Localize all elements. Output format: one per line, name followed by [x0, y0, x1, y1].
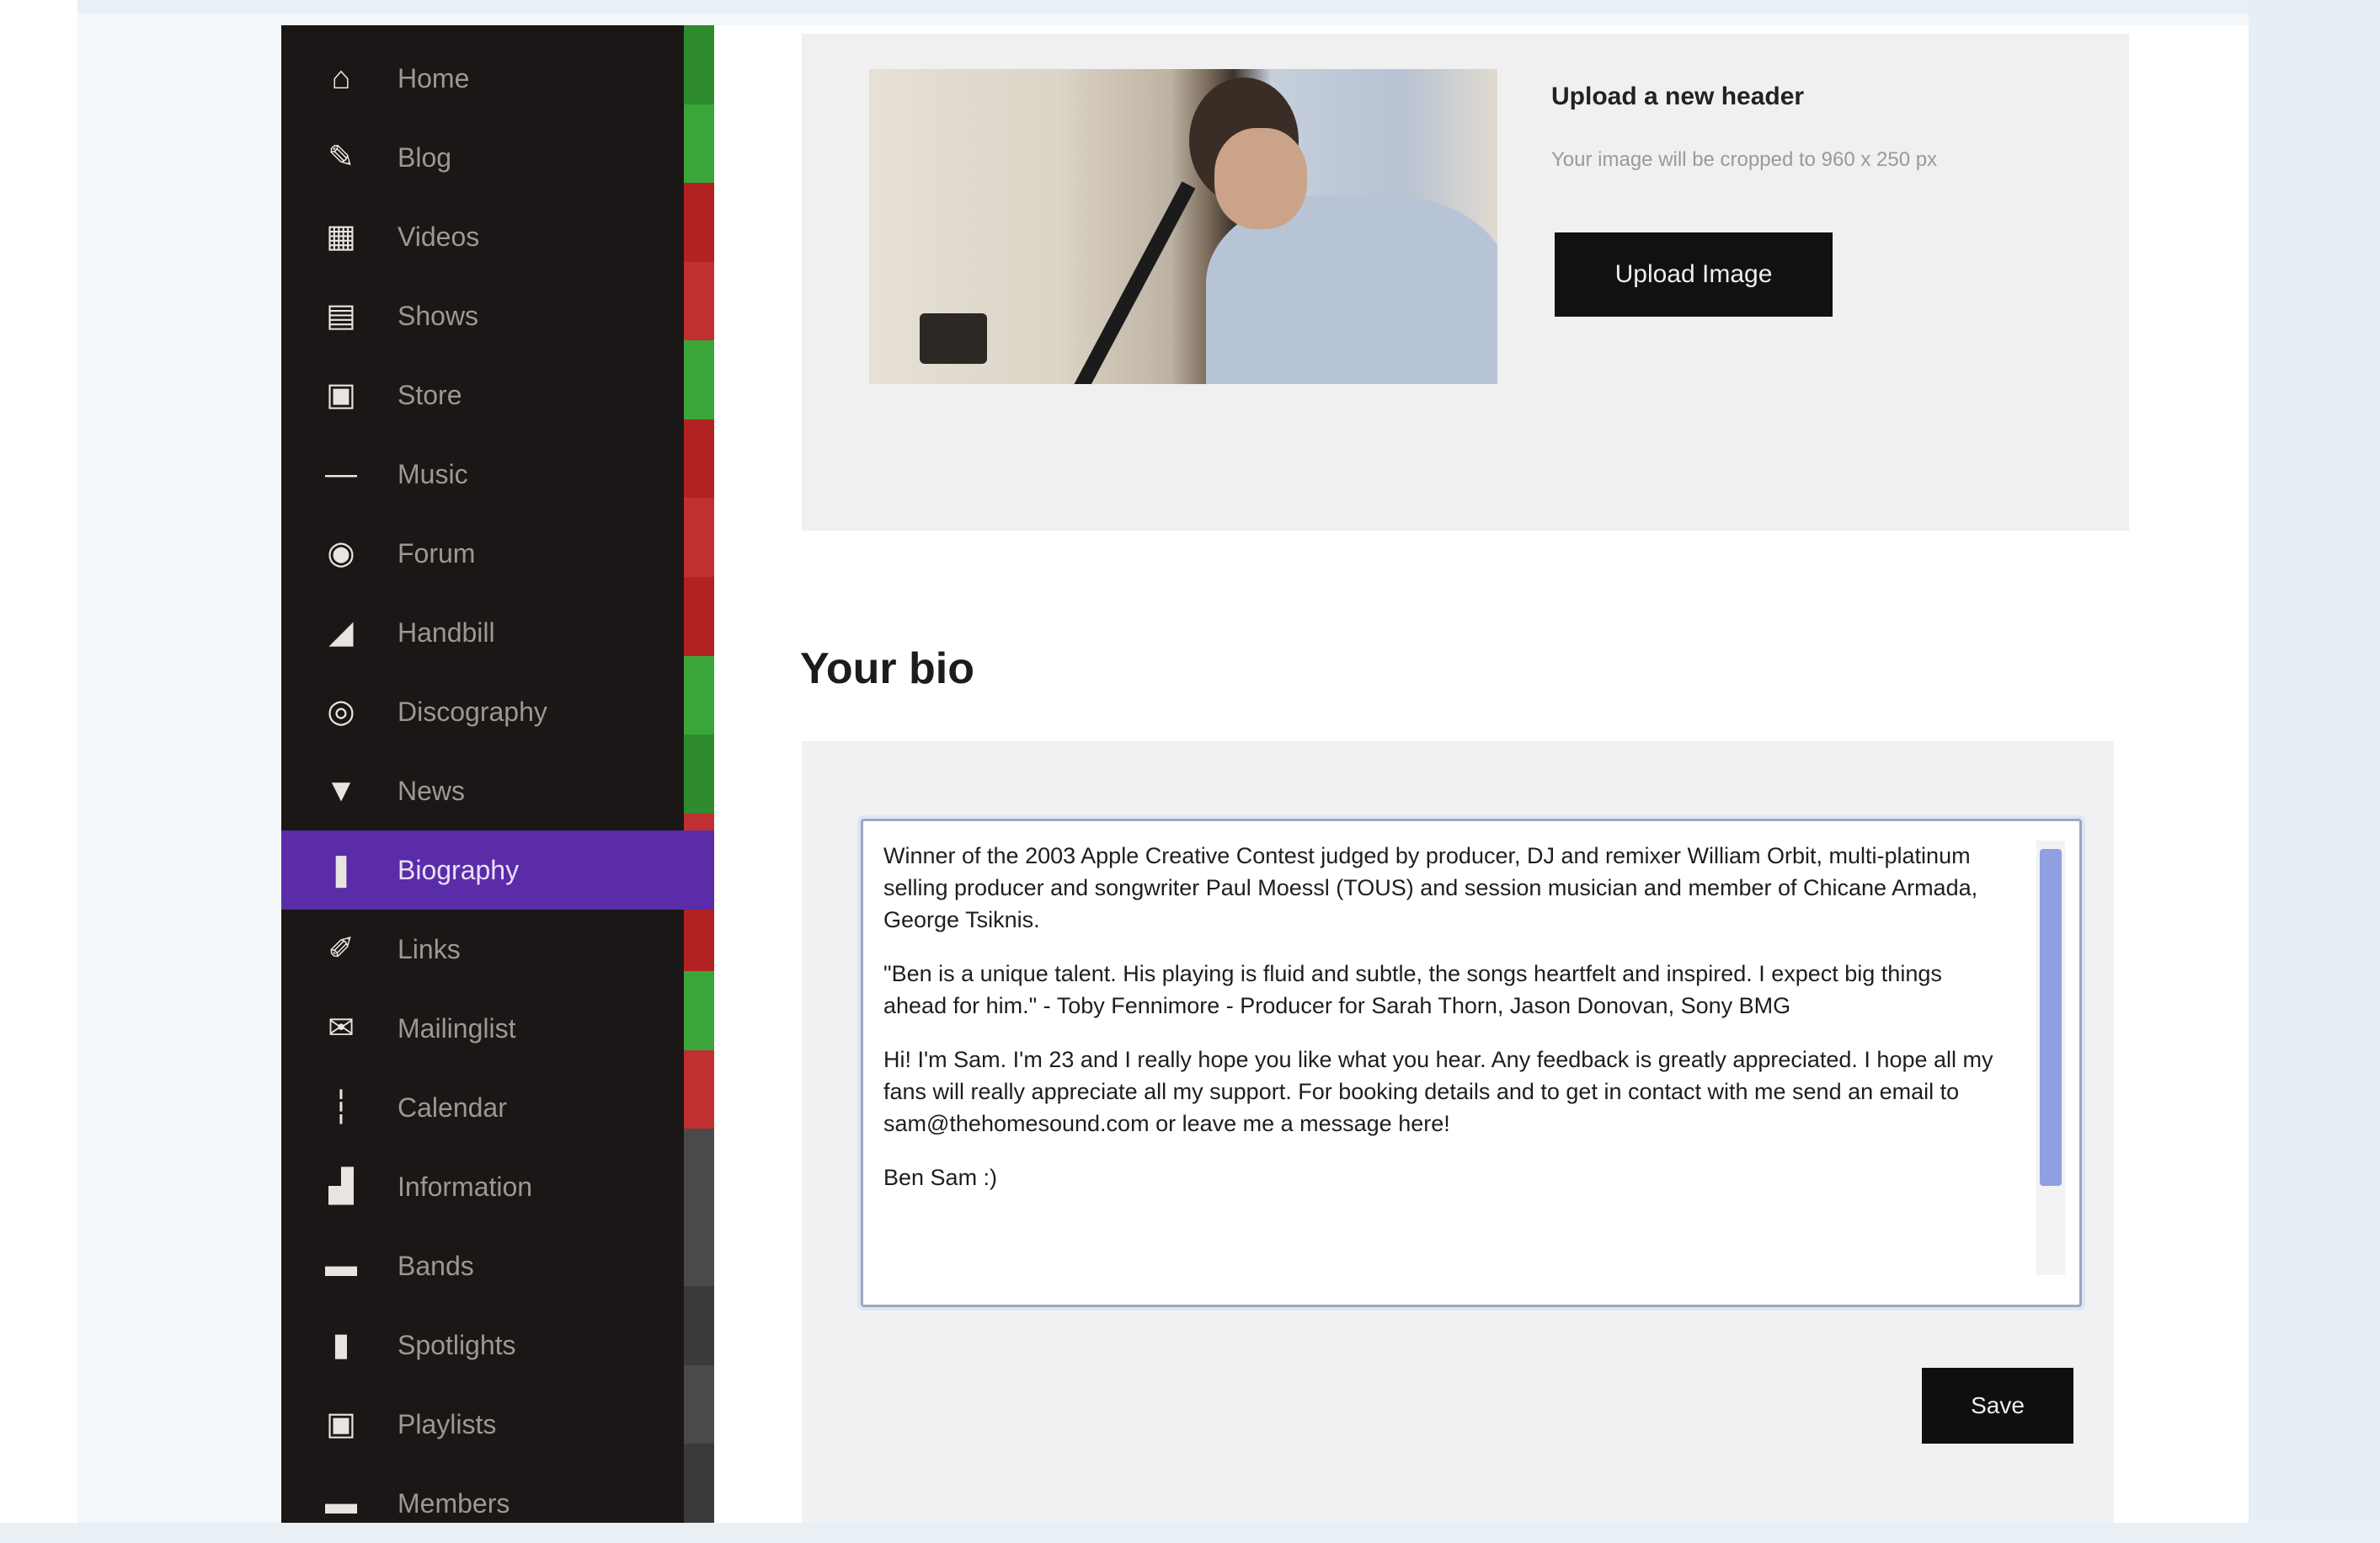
upload-image-button[interactable]: Upload Image	[1555, 232, 1833, 317]
sidebar-item-label: Biography	[398, 854, 520, 885]
sidebar-item-forum[interactable]: ◉ Forum	[281, 514, 684, 593]
status-strip-segment	[684, 734, 714, 814]
sidebar-item-music[interactable]: — Music	[281, 435, 684, 514]
sidebar-item-label: Bands	[398, 1250, 474, 1281]
sidebar-item-label: Links	[398, 933, 461, 964]
sidebar-item-mailinglist[interactable]: ✉ Mailinglist	[281, 989, 684, 1068]
sidebar-item-handbill[interactable]: ◢ Handbill	[281, 593, 684, 672]
page-margin-left	[0, 0, 77, 1523]
sidebar-item-label: Members	[398, 1487, 510, 1519]
bio-paragraph: "Ben is a unique talent. His playing is …	[883, 961, 1942, 1018]
bio-textarea[interactable]: Winner of the 2003 Apple Creative Contes…	[861, 819, 2082, 1307]
ticket-icon: ▤	[326, 298, 356, 334]
status-strip-segment	[684, 1207, 714, 1287]
microphone-stand	[1063, 181, 1196, 384]
sidebar-item-label: Videos	[398, 221, 480, 252]
playlist-icon: ▣	[326, 1407, 356, 1442]
sidebar-item-label: Shows	[398, 300, 479, 331]
sidebar-item-label: Store	[398, 379, 462, 410]
status-strip-segment	[684, 1444, 714, 1523]
person-face	[1214, 128, 1307, 229]
info-icon: ▟	[328, 1169, 354, 1204]
sidebar-item-label: Mailinglist	[398, 1012, 516, 1044]
status-strip-segment	[684, 340, 714, 419]
status-strip-segment	[684, 655, 714, 735]
sidebar-item-playlists[interactable]: ▣ Playlists	[281, 1385, 684, 1464]
bio-signature: Ben Sam :)	[883, 1165, 998, 1190]
sidebar-item-label: Calendar	[398, 1092, 507, 1123]
upload-header-title: Upload a new header	[1551, 83, 1805, 110]
disc-icon: ◎	[327, 694, 355, 729]
sidebar-item-bands[interactable]: ▬ Bands	[281, 1226, 684, 1305]
bio-paragraph: Hi! I'm Sam. I'm 23 and I really hope yo…	[883, 1047, 1993, 1136]
sidebar-item-videos[interactable]: ▦ Videos	[281, 197, 684, 276]
pen-icon: ✎	[328, 140, 355, 175]
upload-header-description: Your image will be cropped to 960 x 250 …	[1551, 148, 1938, 171]
sidebar-item-store[interactable]: ▣ Store	[281, 355, 684, 435]
sidebar-item-label: Blog	[398, 141, 452, 173]
status-strip-segment	[684, 1049, 714, 1129]
sidebar-nav-list: ⌂ Home ✎ Blog ▦ Videos ▤ Shows ▣ Store — Music ◉ Foru…	[281, 39, 748, 1543]
bio-heading: Your bio	[800, 644, 975, 693]
sidebar-item-label: Forum	[398, 537, 476, 569]
sidebar-item-discography[interactable]: ◎ Discography	[281, 672, 684, 751]
status-strip-segment	[684, 183, 714, 262]
chat-icon: ◉	[327, 536, 355, 571]
sidebar-item-members[interactable]: ▬ Members	[281, 1464, 684, 1543]
sidebar-item-biography[interactable]: ❚ Biography	[281, 830, 748, 910]
sidebar-item-blog[interactable]: ✎ Blog	[281, 118, 684, 197]
sidebar-item-label: Spotlights	[398, 1329, 516, 1360]
bio-paragraph: Winner of the 2003 Apple Creative Contes…	[883, 843, 1978, 932]
band-icon: ▬	[325, 1248, 357, 1284]
bio-scrollbar-thumb[interactable]	[2040, 849, 2062, 1186]
home-icon: ⌂	[331, 61, 351, 96]
trophy-icon: ▼	[325, 773, 357, 809]
status-strip-segment	[684, 1364, 714, 1444]
sidebar-item-label: Handbill	[398, 617, 495, 648]
status-strip-segment	[684, 261, 714, 341]
studio-equipment	[920, 313, 987, 364]
sidebar-item-information[interactable]: ▟ Information	[281, 1147, 684, 1226]
status-strip-segment	[684, 970, 714, 1050]
sidebar-item-spotlights[interactable]: ▮ Spotlights	[281, 1305, 684, 1385]
spotlight-icon: ▮	[332, 1327, 350, 1363]
members-icon: ▬	[325, 1486, 357, 1521]
status-strip-segment	[684, 419, 714, 499]
sidebar-item-label: Home	[398, 62, 470, 93]
sidebar-item-label: Information	[398, 1171, 533, 1202]
megaphone-icon: ◢	[328, 615, 354, 650]
status-strip-segment	[684, 104, 714, 184]
header-image	[869, 69, 1497, 384]
sidebar-item-shows[interactable]: ▤ Shows	[281, 276, 684, 355]
status-strip-segment	[684, 1129, 714, 1208]
sidebar-item-label: News	[398, 775, 466, 806]
film-icon: ▦	[326, 219, 356, 254]
microphone-icon: ❚	[328, 852, 355, 888]
sidebar-item-label: Playlists	[398, 1408, 497, 1439]
store-icon: ▣	[326, 377, 356, 413]
sidebar-item-links[interactable]: ✐ Links	[281, 910, 684, 989]
link-icon: ✐	[328, 932, 355, 967]
sidebar-item-label: Music	[398, 458, 468, 489]
status-strip-segment	[684, 1286, 714, 1365]
save-bio-button[interactable]: Save	[1922, 1368, 2073, 1444]
sidebar-item-label: Discography	[398, 696, 547, 727]
status-strip-segment	[684, 577, 714, 656]
page-margin-right	[2249, 0, 2380, 1523]
sidebar-item-calendar[interactable]: ┆ Calendar	[281, 1068, 684, 1147]
sidebar-status-strip	[684, 25, 714, 1523]
calendar-icon: ┆	[331, 1090, 351, 1125]
music-icon: —	[325, 456, 357, 492]
status-strip-segment	[684, 25, 714, 104]
sidebar-item-home[interactable]: ⌂ Home	[281, 39, 684, 118]
mail-icon: ✉	[328, 1011, 355, 1046]
sidebar-item-news[interactable]: ▼ News	[281, 751, 684, 830]
status-strip-segment	[684, 498, 714, 578]
